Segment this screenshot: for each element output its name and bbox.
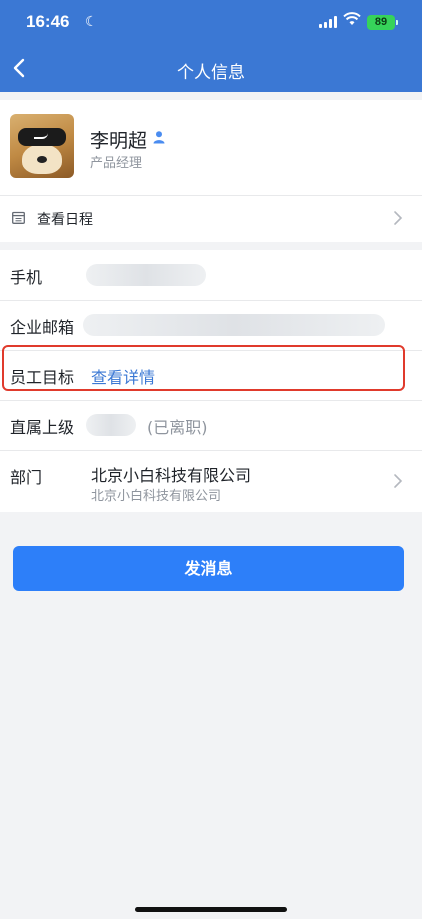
department-row[interactable]: 部门 北京小白科技有限公司 北京小白科技有限公司 xyxy=(0,450,422,512)
profile-card: 李明超 产品经理 查看日程 xyxy=(0,100,422,242)
person-verified-icon xyxy=(153,131,165,144)
department-path: 北京小白科技有限公司 xyxy=(91,489,222,504)
phone-row[interactable]: 手机 xyxy=(0,250,422,300)
status-time: 16:46 xyxy=(26,12,70,31)
status-bar: 16:46 ☾ 89 xyxy=(0,0,422,46)
send-message-button[interactable]: 发消息 xyxy=(13,546,404,591)
manager-row[interactable]: 直属上级 (已离职) xyxy=(0,400,422,450)
view-schedule-row[interactable]: 查看日程 xyxy=(0,196,422,240)
chevron-right-icon xyxy=(394,474,403,488)
phone-value-redacted xyxy=(86,264,206,286)
manager-label: 直属上级 xyxy=(10,418,75,437)
employee-goal-row: 员工目标 查看详情 xyxy=(0,350,422,400)
manager-name-redacted xyxy=(86,414,136,436)
user-role: 产品经理 xyxy=(90,156,143,171)
email-label: 企业邮箱 xyxy=(10,318,75,337)
page-title: 个人信息 xyxy=(177,63,245,83)
signal-icon xyxy=(319,16,337,28)
info-card: 手机 企业邮箱 员工目标 查看详情 直属上级 (已离职) 部门 北京小白科技有限… xyxy=(0,250,422,512)
home-indicator[interactable] xyxy=(135,907,287,912)
header: 16:46 ☾ 89 个人信息 xyxy=(0,0,422,92)
user-name: 李明超 xyxy=(90,130,148,152)
employee-goal-label: 员工目标 xyxy=(10,368,75,387)
view-schedule-label: 查看日程 xyxy=(37,212,93,228)
nav-bar: 个人信息 xyxy=(0,46,422,92)
phone-label: 手机 xyxy=(10,268,43,287)
email-value-redacted xyxy=(83,314,385,336)
department-label: 部门 xyxy=(10,468,43,487)
email-row[interactable]: 企业邮箱 xyxy=(0,300,422,350)
chevron-right-icon xyxy=(394,211,403,225)
moon-icon: ☾ xyxy=(85,14,98,30)
department-name: 北京小白科技有限公司 xyxy=(91,466,252,485)
calendar-icon xyxy=(12,211,25,224)
battery-icon: 89 xyxy=(367,15,398,30)
avatar[interactable] xyxy=(10,114,74,178)
view-details-link[interactable]: 查看详情 xyxy=(91,364,155,388)
wifi-icon xyxy=(343,12,361,30)
manager-status-note: (已离职) xyxy=(147,418,208,437)
